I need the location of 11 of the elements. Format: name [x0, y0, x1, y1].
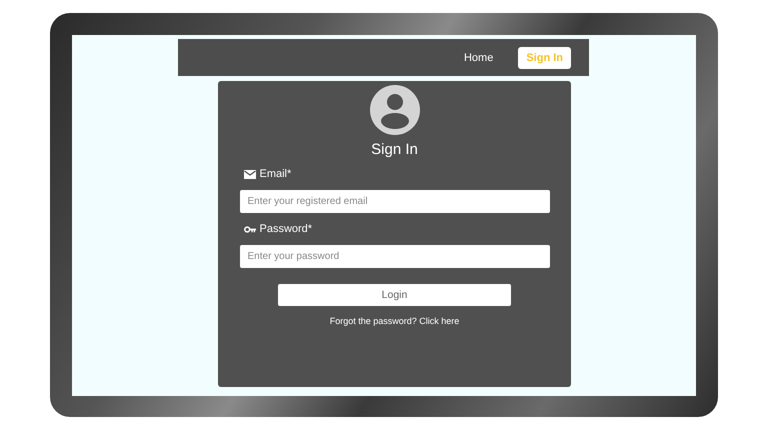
- form-title: Sign In: [371, 141, 418, 158]
- key-icon: [244, 224, 256, 234]
- input-field[interactable]: Enter your registered email: [240, 190, 550, 213]
- envelope-icon: [244, 170, 256, 178]
- input-field[interactable]: Enter your password: [240, 245, 550, 268]
- login-button[interactable]: Login: [278, 284, 511, 306]
- field-label: Email*: [260, 168, 292, 180]
- forgot-password-link[interactable]: Forgot the password? Click here: [330, 316, 460, 326]
- user-avatar-icon: [370, 85, 420, 135]
- field-label: Password*: [260, 223, 312, 235]
- nav-link[interactable]: Home: [456, 46, 500, 68]
